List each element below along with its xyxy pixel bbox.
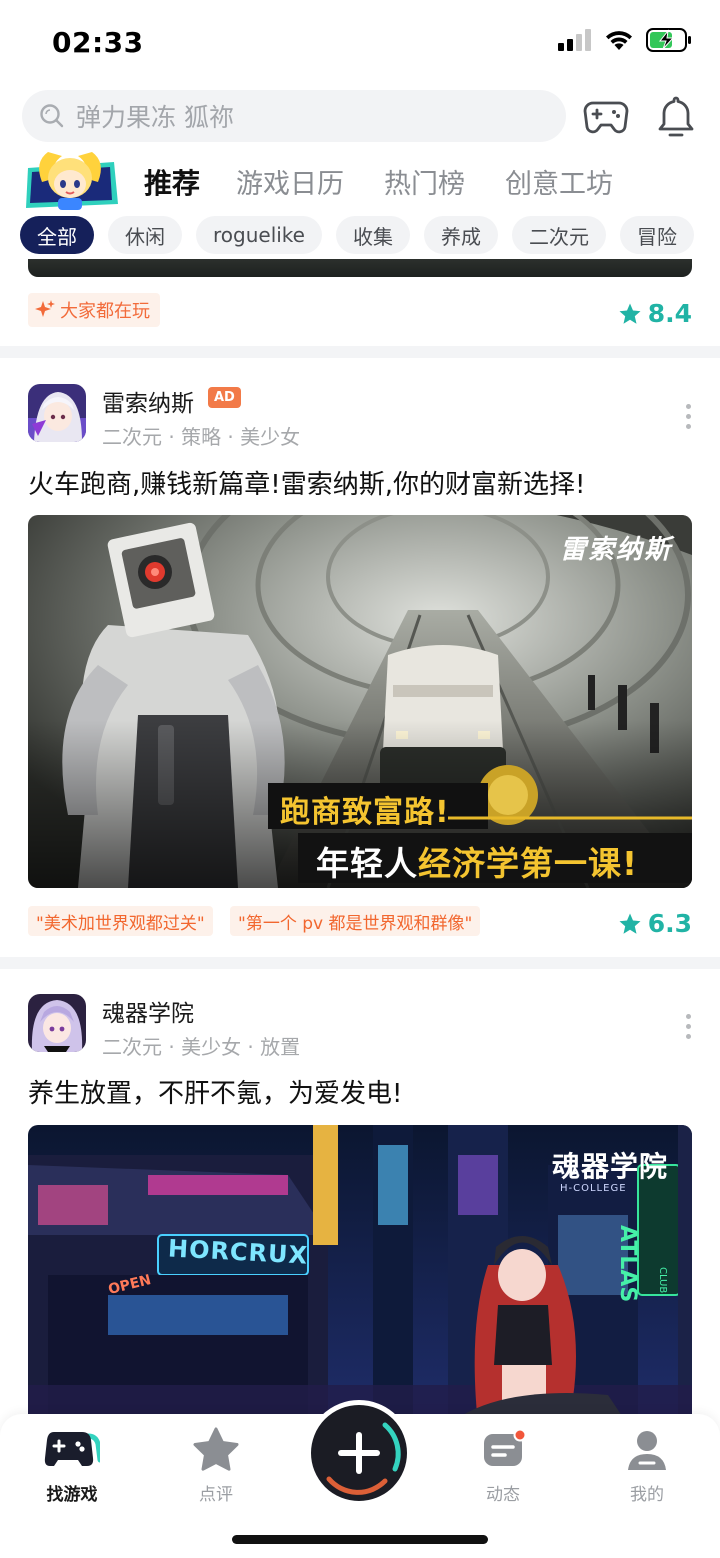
search-placeholder: 弹力果冻 狐祢 xyxy=(76,103,234,132)
banner-slogan-2a: 年轻人 xyxy=(316,844,418,883)
nav-label: 动态 xyxy=(486,1485,520,1505)
sparkle-icon xyxy=(35,300,55,317)
chip-all[interactable]: 全部 xyxy=(20,216,94,254)
banner-art-resonance xyxy=(28,515,692,888)
profile-icon xyxy=(628,1431,666,1470)
nav-label: 我的 xyxy=(630,1485,664,1505)
banner-logo-resonance: 雷索纳斯 xyxy=(559,535,672,565)
game-tags: 二次元 · 策略 · 美少女 xyxy=(102,425,301,449)
feed-divider xyxy=(0,957,720,969)
nav-label: 找游戏 xyxy=(46,1485,98,1505)
neon-sign-atlas: ATLAS xyxy=(615,1225,640,1303)
nav-activity[interactable]: 动态 xyxy=(453,1426,553,1505)
game-avatar-horcrux xyxy=(28,994,86,1052)
game-name[interactable]: 魂器学院 xyxy=(102,994,194,1028)
rating-card0: 8.4 xyxy=(618,299,692,328)
review-quote-1: "美术加世界观都过关" xyxy=(28,906,213,936)
neon-sign-club: CLUB xyxy=(657,1267,668,1294)
game-banner-horcrux[interactable]: 魂器学院 H-COLLEGE HORCRUX OPEN ATLAS CLUB xyxy=(28,1125,692,1425)
banner-slogan-2: 年轻人经济学第一课! xyxy=(316,837,638,885)
tab-recommend[interactable]: 推荐 xyxy=(144,162,201,202)
chip-roguelike[interactable]: roguelike xyxy=(196,216,322,254)
message-icon xyxy=(484,1428,527,1466)
nav-review[interactable]: 点评 xyxy=(166,1426,266,1505)
top-tabs: 推荐 游戏日历 热门榜 创意工坊 xyxy=(0,148,720,214)
search-bar[interactable]: 弹力果冻 狐祢 xyxy=(22,90,566,142)
ad-badge: AD xyxy=(208,387,241,408)
game-avatar-resonance xyxy=(28,384,86,442)
more-options-button[interactable] xyxy=(684,1014,692,1039)
star-icon xyxy=(619,913,641,934)
banner-slogan-2b: 经济学第一课! xyxy=(418,844,639,883)
star-icon xyxy=(193,1427,239,1471)
chip-collect[interactable]: 收集 xyxy=(335,216,410,254)
notification-button[interactable] xyxy=(652,94,700,140)
game-tags: 二次元 · 美少女 · 放置 xyxy=(102,1035,301,1059)
game-banner-previous[interactable] xyxy=(28,259,692,277)
gamepad-icon xyxy=(44,1432,100,1466)
game-icon-resonance[interactable] xyxy=(28,384,86,442)
banner-logo-sub: H-COLLEGE xyxy=(560,1183,627,1194)
rating-value: 6.3 xyxy=(647,909,692,938)
banner-slogan-1: 跑商致富路! xyxy=(280,795,450,830)
star-icon xyxy=(619,303,641,324)
nav-profile[interactable]: 我的 xyxy=(597,1426,697,1505)
signal-icon xyxy=(558,29,591,51)
more-options-button[interactable] xyxy=(684,404,692,429)
chip-casual[interactable]: 休闲 xyxy=(108,216,182,254)
rating-card1: 6.3 xyxy=(618,909,692,938)
category-chips: 全部 休闲 roguelike 收集 养成 二次元 冒险 xyxy=(20,216,694,254)
game-controller-button[interactable] xyxy=(582,94,630,140)
popular-tag-text: 大家都在玩 xyxy=(60,301,150,322)
nav-find-game[interactable]: 找游戏 xyxy=(22,1426,122,1505)
bell-icon xyxy=(658,96,694,137)
battery-charging-icon xyxy=(646,28,691,52)
chip-adventure[interactable]: 冒险 xyxy=(619,216,694,254)
gamepad-icon xyxy=(583,101,629,134)
game-description: 养生放置，不肝不氪，为爱发电! xyxy=(28,1079,403,1109)
mascot-logo[interactable] xyxy=(22,148,122,212)
game-icon-horcrux-college[interactable] xyxy=(28,994,86,1052)
wifi-icon xyxy=(606,31,632,50)
game-banner-resonance[interactable]: 雷索纳斯 跑商致富路! 年轻人经济学第一课! xyxy=(28,515,692,888)
rating-value: 8.4 xyxy=(647,299,692,328)
chip-anime[interactable]: 二次元 xyxy=(511,216,606,254)
search-icon xyxy=(40,104,64,128)
feed-divider xyxy=(0,346,720,358)
tab-hot-list[interactable]: 热门榜 xyxy=(384,162,465,201)
tab-creative-workshop[interactable]: 创意工坊 xyxy=(505,162,613,201)
popular-tag: 大家都在玩 xyxy=(28,293,160,327)
game-name[interactable]: 雷索纳斯 xyxy=(102,384,194,418)
tab-game-calendar[interactable]: 游戏日历 xyxy=(236,162,344,201)
game-description: 火车跑商,赚钱新篇章!雷索纳斯,你的财富新选择! xyxy=(28,470,586,500)
create-post-button[interactable] xyxy=(306,1400,412,1506)
plus-icon xyxy=(326,1422,401,1495)
status-icons xyxy=(558,28,692,52)
chip-raise[interactable]: 养成 xyxy=(423,216,498,254)
review-quote-2: "第一个 pv 都是世界观和群像" xyxy=(230,906,481,936)
home-indicator xyxy=(232,1535,488,1544)
status-bar: 02:33 xyxy=(0,0,720,88)
status-time: 02:33 xyxy=(52,26,144,59)
nav-label: 点评 xyxy=(199,1485,233,1505)
banner-logo-horcrux: 魂器学院 xyxy=(552,1150,669,1183)
